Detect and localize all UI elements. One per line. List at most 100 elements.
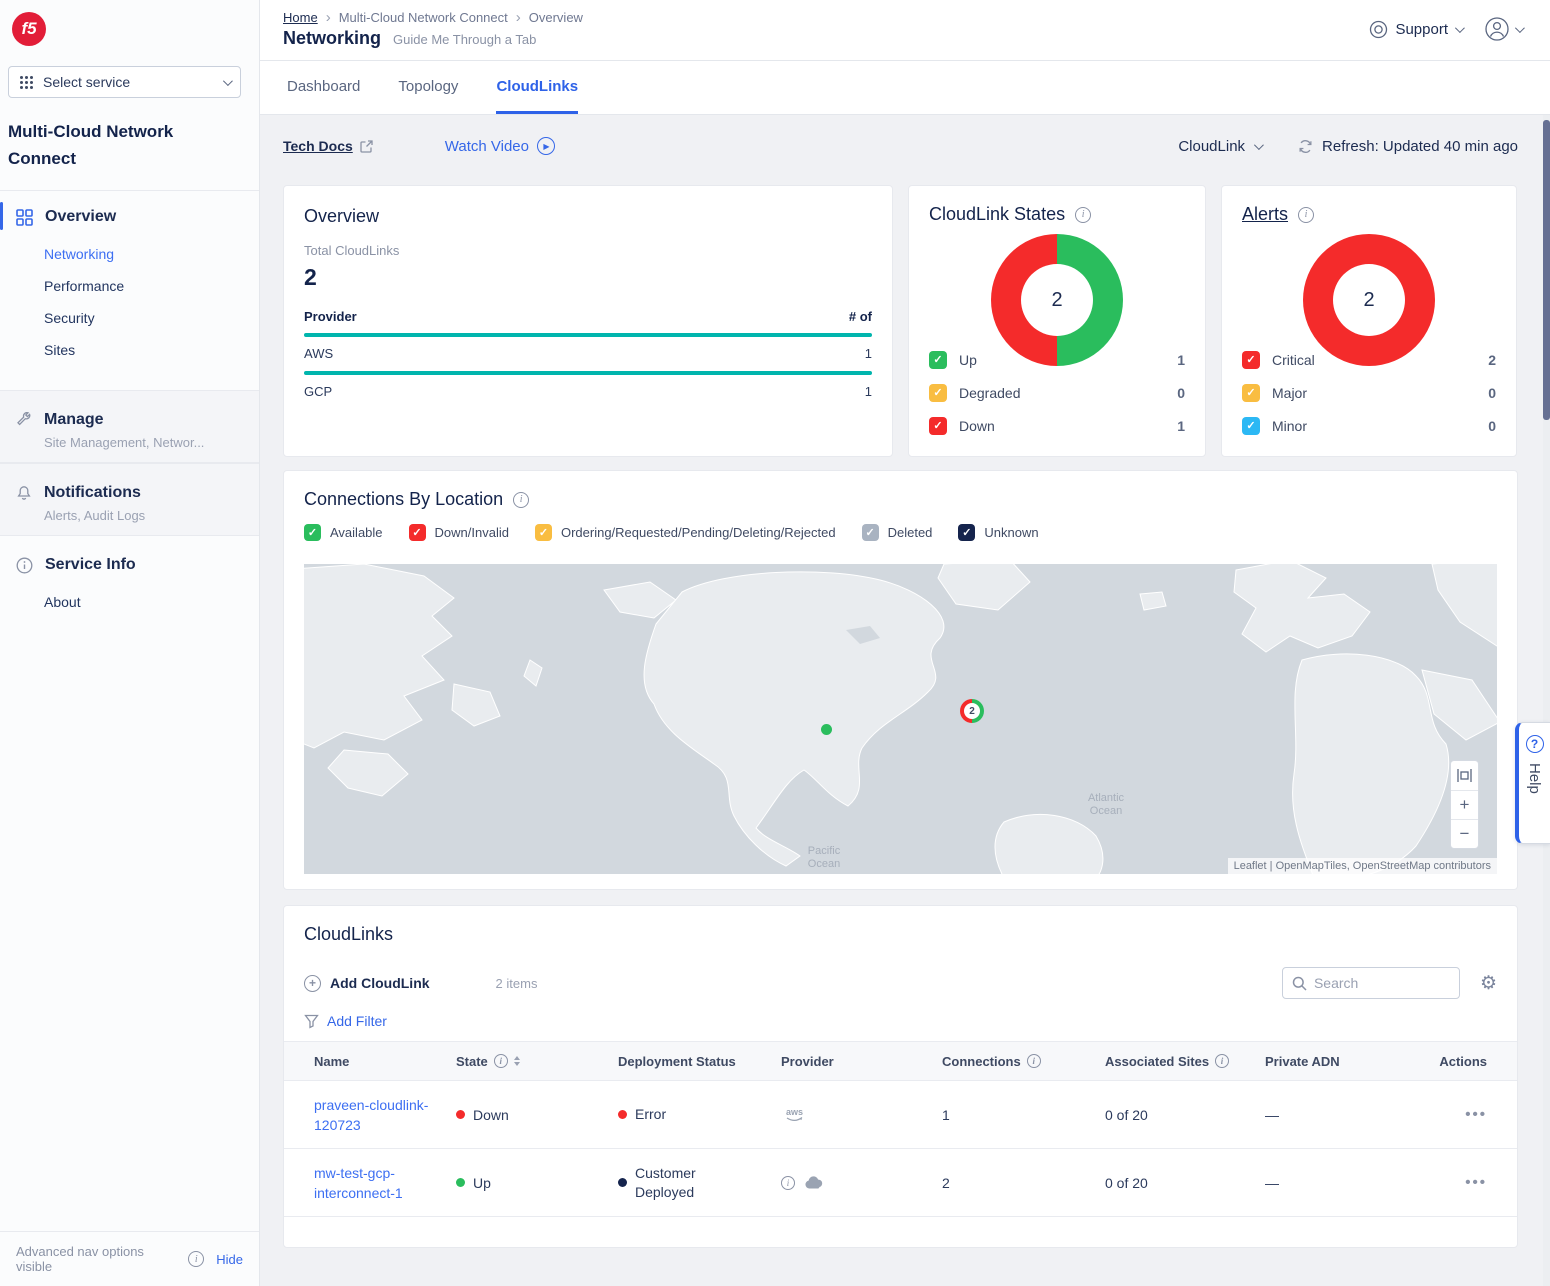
page-scrollbar[interactable]	[1543, 115, 1550, 1286]
info-icon[interactable]: i	[1298, 207, 1314, 223]
tech-docs-link[interactable]: Tech Docs	[283, 138, 373, 154]
checkbox-critical[interactable]: ✓	[1242, 351, 1260, 369]
column-header-state[interactable]: State i	[456, 1054, 618, 1069]
sidebar-item-performance[interactable]: Performance	[0, 270, 259, 302]
checkbox-down-invalid[interactable]: ✓	[409, 524, 426, 541]
sidebar-item-security[interactable]: Security	[0, 302, 259, 334]
checkbox-ordering[interactable]: ✓	[535, 524, 552, 541]
checkbox-available[interactable]: ✓	[304, 524, 321, 541]
refresh-icon	[1297, 138, 1314, 155]
cluster-count: 2	[969, 706, 975, 717]
play-icon: ▶	[537, 137, 555, 155]
breadcrumb-mcn[interactable]: Multi-Cloud Network Connect	[339, 10, 508, 25]
scrollbar-thumb[interactable]	[1543, 120, 1550, 420]
breadcrumb-overview[interactable]: Overview	[529, 10, 583, 25]
row-actions-menu[interactable]: •••	[1465, 1174, 1487, 1191]
legend-item-deleted: ✓ Deleted	[862, 524, 933, 541]
notifications-subtitle: Alerts, Audit Logs	[0, 508, 259, 523]
legend-label: Deleted	[888, 525, 933, 540]
breadcrumb-home[interactable]: Home	[283, 10, 318, 25]
alerts-donut-total: 2	[1363, 289, 1374, 312]
provider-count: 1	[865, 384, 872, 399]
state-value: Up	[473, 1175, 491, 1191]
info-icon[interactable]: i	[1027, 1054, 1041, 1068]
info-icon[interactable]: i	[494, 1054, 508, 1068]
select-service-dropdown[interactable]: Select service	[8, 66, 241, 98]
checkbox-down[interactable]: ✓	[929, 417, 947, 435]
sidebar-item-sites[interactable]: Sites	[0, 334, 259, 366]
info-icon[interactable]: i	[781, 1176, 795, 1190]
search-input[interactable]	[1314, 975, 1434, 991]
breadcrumb-separator: ›	[326, 9, 331, 26]
cloudlink-name-link[interactable]: praveen-cloudlink-120723	[314, 1095, 432, 1135]
connections-cell: 2	[942, 1175, 1105, 1191]
checkbox-major[interactable]: ✓	[1242, 384, 1260, 402]
sidebar-item-networking[interactable]: Networking	[0, 238, 259, 270]
map-attribution[interactable]: Leaflet | OpenMapTiles, OpenStreetMap co…	[1228, 858, 1497, 874]
watch-video-link[interactable]: Watch Video ▶	[445, 137, 555, 155]
refresh-button[interactable]: Refresh: Updated 40 min ago	[1297, 138, 1518, 155]
column-header-private-adn[interactable]: Private ADN	[1265, 1054, 1397, 1069]
map-zoom-out-button[interactable]: −	[1451, 819, 1478, 848]
legend-label: Major	[1272, 385, 1307, 401]
chevron-down-icon	[1455, 23, 1465, 33]
gear-icon[interactable]: ⚙	[1480, 972, 1497, 995]
checkbox-unknown[interactable]: ✓	[958, 524, 975, 541]
legend-count: 2	[1488, 352, 1496, 368]
checkbox-up[interactable]: ✓	[929, 351, 947, 369]
map-zoom-in-button[interactable]: +	[1451, 790, 1478, 819]
tab-topology[interactable]: Topology	[398, 78, 458, 114]
wrench-icon	[16, 412, 32, 428]
table-row: mw-test-gcp-interconnect-1 Up Customer D…	[284, 1149, 1517, 1217]
world-map[interactable]: Pacific Ocean Atlantic Ocean 2 Leaflet |…	[304, 564, 1497, 874]
alerts-card: Alerts i 2 ✓ Critical 2 ✓ Major 0	[1221, 185, 1517, 457]
scope-selector-dropdown[interactable]: CloudLink	[1178, 138, 1261, 155]
f5-logo[interactable]: f5	[12, 12, 46, 46]
map-point-marker[interactable]	[821, 724, 832, 735]
guide-me-label[interactable]: Guide Me Through a Tab	[393, 32, 536, 47]
sort-icon[interactable]	[514, 1056, 520, 1066]
support-menu[interactable]: Support	[1369, 20, 1462, 39]
info-icon[interactable]: i	[513, 492, 529, 508]
search-icon	[1292, 976, 1307, 991]
hide-nav-button[interactable]: Hide	[216, 1252, 243, 1267]
legend-count: 1	[1177, 418, 1185, 434]
cloudlink-name-link[interactable]: mw-test-gcp-interconnect-1	[314, 1163, 432, 1203]
add-cloudlink-button[interactable]: + Add CloudLink	[304, 975, 430, 992]
checkbox-degraded[interactable]: ✓	[929, 384, 947, 402]
add-filter-button[interactable]: Add Filter	[304, 1013, 1497, 1029]
active-indicator	[0, 202, 3, 230]
tab-dashboard[interactable]: Dashboard	[287, 78, 360, 114]
map-cluster-marker[interactable]: 2	[960, 699, 984, 723]
info-icon[interactable]: i	[1075, 207, 1091, 223]
checkbox-deleted[interactable]: ✓	[862, 524, 879, 541]
sidebar-item-notifications[interactable]: Notifications Alerts, Audit Logs	[0, 463, 259, 536]
column-header-name[interactable]: Name	[314, 1054, 456, 1069]
sidebar-item-manage[interactable]: Manage Site Management, Networ...	[0, 390, 259, 463]
user-menu[interactable]	[1484, 16, 1522, 42]
map-fit-bounds-button[interactable]	[1451, 761, 1478, 790]
column-header-connections[interactable]: Connections i	[942, 1054, 1105, 1069]
help-label: Help	[1526, 763, 1543, 794]
row-actions-menu[interactable]: •••	[1465, 1106, 1487, 1123]
alerts-card-title[interactable]: Alerts	[1242, 204, 1288, 225]
sidebar-item-overview[interactable]: Overview Networking Performance Security…	[0, 198, 259, 366]
column-header-deployment-status[interactable]: Deployment Status	[618, 1054, 781, 1069]
sidebar-item-service-info[interactable]: Service Info About	[0, 536, 259, 624]
total-cloudlinks-value: 2	[304, 264, 872, 291]
app-root: f5 Select service Multi-Cloud Network Co…	[0, 0, 1550, 1286]
sidebar-item-about[interactable]: About	[0, 584, 259, 620]
info-icon[interactable]: i	[1215, 1054, 1229, 1068]
provider-count: 1	[865, 346, 872, 361]
legend-label: Available	[330, 525, 383, 540]
status-dot	[456, 1178, 465, 1187]
f5-logo-text: f5	[21, 19, 36, 39]
info-icon	[16, 557, 33, 574]
tab-cloudlinks[interactable]: CloudLinks	[496, 78, 578, 114]
checkbox-minor[interactable]: ✓	[1242, 417, 1260, 435]
column-header-associated-sites[interactable]: Associated Sites i	[1105, 1054, 1265, 1069]
connections-by-location-card: Connections By Location i ✓ Available ✓ …	[283, 470, 1518, 890]
column-header-provider[interactable]: Provider	[781, 1054, 942, 1069]
items-count: 2 items	[496, 976, 538, 991]
help-tab[interactable]: ? Help	[1515, 722, 1550, 844]
